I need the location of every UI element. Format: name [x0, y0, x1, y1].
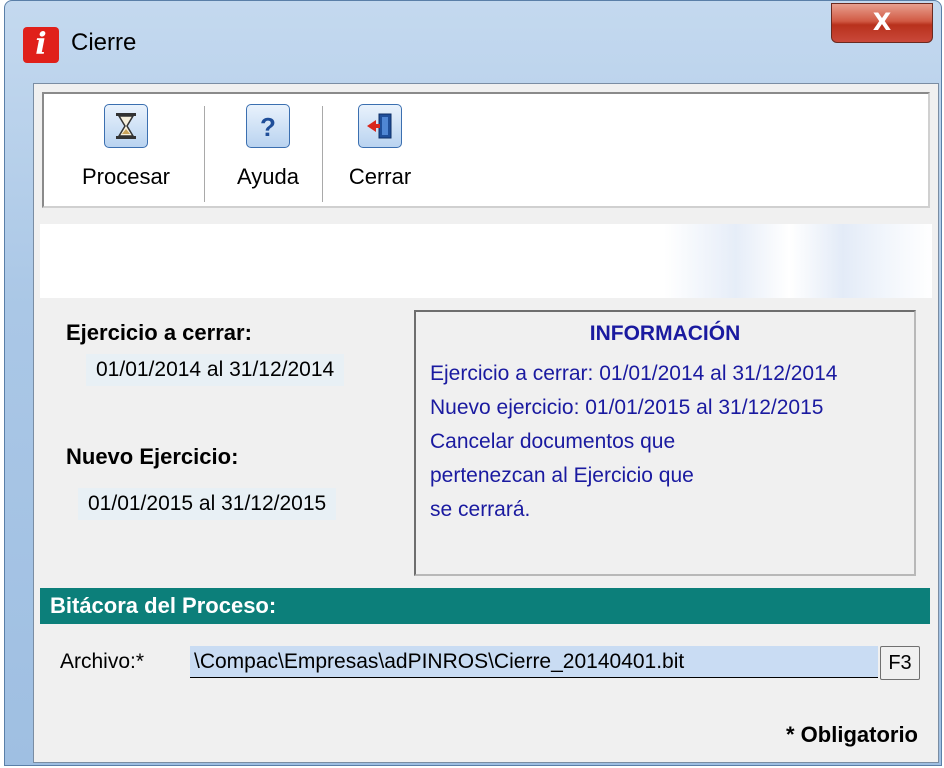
info-line: pertenezcan al Ejercicio que [430, 464, 694, 487]
exit-door-icon [358, 104, 402, 148]
ayuda-label: Ayuda [237, 164, 299, 189]
hourglass-icon [104, 104, 148, 148]
header-banner [40, 224, 932, 298]
toolbar-separator [204, 106, 206, 202]
bitacora-header: Bitácora del Proceso: [40, 588, 930, 624]
info-line: se cerrará. [430, 498, 531, 521]
procesar-label: Procesar [81, 164, 171, 189]
cerrar-label: Cerrar [348, 164, 412, 189]
info-line: Cancelar documentos que [430, 430, 676, 453]
ayuda-button[interactable]: ? Ayuda [222, 104, 314, 202]
archivo-input[interactable]: \Compac\Empresas\adPINROS\Cierre_2014040… [190, 646, 878, 678]
procesar-button[interactable]: Procesar [64, 104, 188, 202]
f3-browse-button[interactable]: F3 [880, 646, 920, 680]
archivo-label: Archivo:* [60, 650, 145, 673]
title-bar[interactable]: i Cierre X [5, 1, 941, 85]
window-title: Cierre [71, 29, 137, 56]
cerrar-button[interactable]: Cerrar [338, 104, 422, 202]
info-line: Nuevo ejercicio: 01/01/2015 al 31/12/201… [430, 396, 824, 419]
informacion-title: INFORMACIÓN [589, 322, 741, 345]
window-body: Procesar ? Ayuda Cerrar Ejercicio a cerr… [33, 83, 939, 763]
info-line: Ejercicio a cerrar: 01/01/2014 al 31/12/… [430, 362, 838, 385]
nuevo-ejercicio-label: Nuevo Ejercicio: [66, 444, 239, 469]
svg-text:?: ? [260, 112, 276, 142]
ejercicio-cerrar-value: 01/01/2014 al 31/12/2014 [86, 354, 345, 386]
help-icon: ? [246, 104, 290, 148]
nuevo-ejercicio-value: 01/01/2015 al 31/12/2015 [78, 488, 337, 520]
required-note: * Obligatorio [786, 722, 918, 747]
cierre-window: i Cierre X Procesar ? Ayuda Cerrar Ejerc… [4, 0, 942, 766]
ejercicio-cerrar-label: Ejercicio a cerrar: [66, 320, 252, 345]
toolbar-separator [322, 106, 324, 202]
close-window-button[interactable]: X [831, 3, 933, 43]
informacion-panel: INFORMACIÓN Ejercicio a cerrar: 01/01/20… [414, 310, 916, 576]
toolbar: Procesar ? Ayuda Cerrar [42, 92, 930, 208]
app-logo-icon: i [23, 27, 59, 63]
